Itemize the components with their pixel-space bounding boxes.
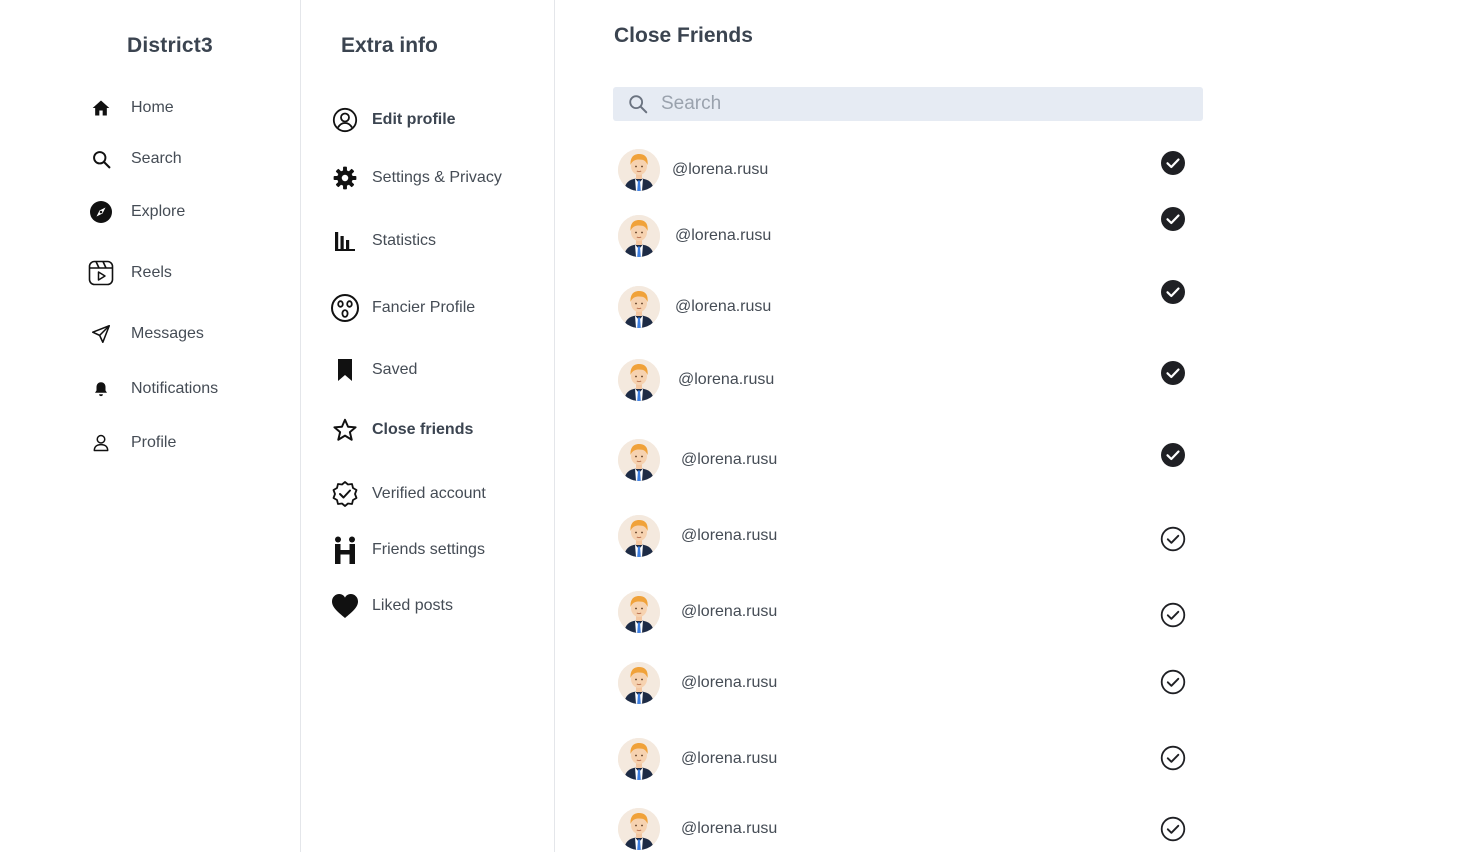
star-icon: [330, 415, 360, 445]
nav-item-notifications[interactable]: Notifications: [88, 374, 218, 404]
menu-item-label: Close friends: [372, 421, 474, 438]
avatar: [618, 286, 660, 328]
search-icon: [627, 93, 649, 115]
send-icon: [88, 321, 114, 347]
compass-icon: [88, 199, 114, 225]
check-outline-icon[interactable]: [1160, 526, 1186, 552]
menu-item-label: Verified account: [372, 485, 486, 502]
surprised-face-icon: [330, 293, 360, 323]
menu-item-label: Friends settings: [372, 541, 485, 558]
friend-row[interactable]: @lorena.rusu: [618, 591, 1198, 635]
check-filled-icon[interactable]: [1160, 206, 1186, 232]
extra-info-divider: [554, 0, 555, 852]
check-outline-icon[interactable]: [1160, 816, 1186, 842]
app-brand: District3: [127, 34, 213, 57]
menu-item-statistics[interactable]: Statistics: [330, 224, 436, 258]
user-circle-icon: [330, 105, 360, 135]
nav-item-reels[interactable]: Reels: [88, 258, 172, 288]
nav-item-label: Explore: [131, 203, 186, 220]
friend-handle: @lorena.rusu: [672, 161, 769, 178]
reels-icon: [88, 260, 114, 286]
extra-info-title: Extra info: [341, 34, 438, 57]
friend-handle: @lorena.rusu: [681, 451, 778, 468]
friend-handle: @lorena.rusu: [675, 298, 772, 315]
menu-item-label: Saved: [372, 361, 418, 378]
friend-handle: @lorena.rusu: [681, 603, 778, 620]
friend-row[interactable]: @lorena.rusu: [618, 280, 1198, 330]
search-bar[interactable]: [613, 87, 1203, 121]
friends-icon: [330, 535, 360, 565]
friend-row[interactable]: @lorena.rusu: [618, 808, 1198, 852]
bookmark-icon: [330, 355, 360, 385]
friend-row[interactable]: @lorena.rusu: [618, 738, 1198, 782]
search-input[interactable]: [659, 92, 1163, 116]
check-filled-icon[interactable]: [1160, 360, 1186, 386]
friend-handle: @lorena.rusu: [681, 820, 778, 837]
nav-item-label: Search: [131, 150, 182, 167]
friend-row[interactable]: @lorena.rusu: [618, 149, 1198, 193]
avatar: [618, 591, 660, 633]
nav-item-label: Reels: [131, 264, 172, 281]
friend-handle: @lorena.rusu: [681, 750, 778, 767]
verified-badge-icon: [330, 479, 360, 509]
friend-row[interactable]: @lorena.rusu: [618, 207, 1198, 259]
menu-item-saved[interactable]: Saved: [330, 353, 417, 387]
menu-item-verified-account[interactable]: Verified account: [330, 477, 486, 511]
friend-row[interactable]: @lorena.rusu: [618, 359, 1198, 403]
menu-item-label: Liked posts: [372, 597, 453, 614]
nav-item-explore[interactable]: Explore: [88, 197, 185, 227]
nav-item-label: Profile: [131, 434, 177, 451]
check-filled-icon[interactable]: [1160, 279, 1186, 305]
nav-item-profile[interactable]: Profile: [88, 428, 176, 458]
nav-item-label: Home: [131, 99, 174, 116]
friend-row[interactable]: @lorena.rusu: [618, 515, 1198, 559]
avatar: [618, 149, 660, 191]
friend-handle: @lorena.rusu: [675, 227, 772, 244]
search-icon: [88, 146, 114, 172]
menu-item-edit-profile[interactable]: Edit profile: [330, 103, 456, 137]
bar-chart-icon: [330, 226, 360, 256]
check-filled-icon[interactable]: [1160, 442, 1186, 468]
menu-item-label: Statistics: [372, 232, 437, 249]
user-icon: [88, 430, 114, 456]
heart-icon: [330, 591, 360, 621]
home-icon: [88, 95, 114, 121]
menu-item-friends-settings[interactable]: Friends settings: [330, 533, 485, 567]
bell-icon: [88, 376, 114, 402]
avatar: [618, 662, 660, 704]
nav-item-home[interactable]: Home: [88, 93, 174, 123]
friend-handle: @lorena.rusu: [681, 527, 778, 544]
check-filled-icon[interactable]: [1160, 150, 1186, 176]
menu-item-settings-privacy[interactable]: Settings & Privacy: [330, 161, 502, 195]
friend-row[interactable]: @lorena.rusu: [618, 439, 1198, 483]
nav-item-search[interactable]: Search: [88, 144, 182, 174]
check-outline-icon[interactable]: [1160, 745, 1186, 771]
avatar: [618, 808, 660, 850]
nav-item-label: Notifications: [131, 380, 219, 397]
gear-icon: [330, 163, 360, 193]
avatar: [618, 515, 660, 557]
sidebar-divider: [300, 0, 301, 852]
menu-item-label: Edit profile: [372, 111, 456, 128]
nav-item-messages[interactable]: Messages: [88, 319, 204, 349]
nav-item-label: Messages: [131, 325, 204, 342]
check-outline-icon[interactable]: [1160, 602, 1186, 628]
friend-handle: @lorena.rusu: [681, 674, 778, 691]
avatar: [618, 359, 660, 401]
avatar: [618, 738, 660, 780]
page-title: Close Friends: [614, 24, 753, 47]
avatar: [618, 439, 660, 481]
friend-row[interactable]: @lorena.rusu: [618, 662, 1198, 706]
friend-handle: @lorena.rusu: [678, 371, 775, 388]
check-outline-icon[interactable]: [1160, 669, 1186, 695]
menu-item-label: Fancier Profile: [372, 299, 476, 316]
menu-item-fancier-profile[interactable]: Fancier Profile: [330, 291, 475, 325]
menu-item-label: Settings & Privacy: [372, 169, 502, 186]
menu-item-liked-posts[interactable]: Liked posts: [330, 589, 453, 623]
menu-item-close-friends[interactable]: Close friends: [330, 413, 473, 447]
avatar: [618, 215, 660, 257]
